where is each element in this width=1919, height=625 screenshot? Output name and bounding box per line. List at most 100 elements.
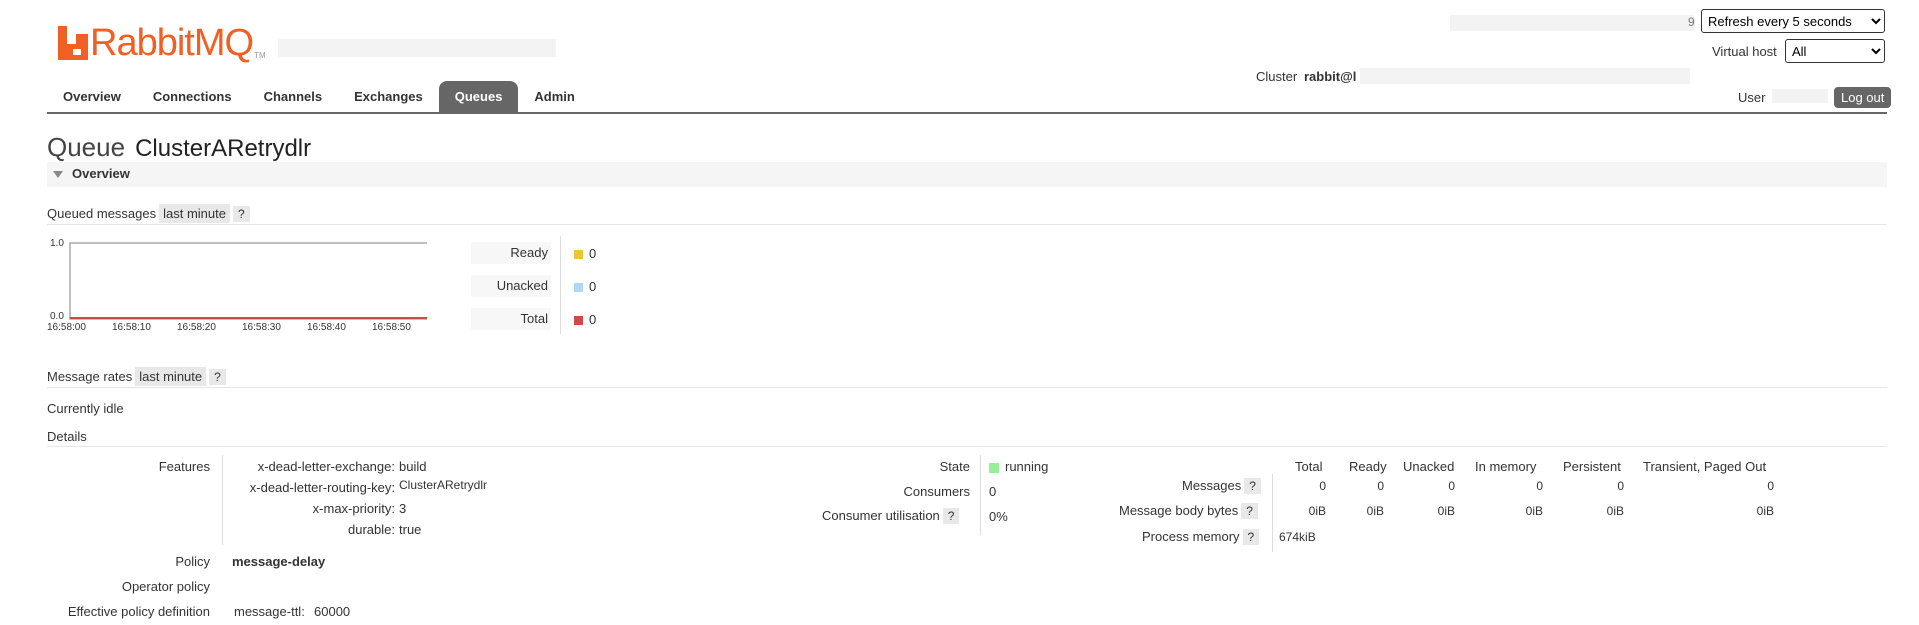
messages-in-memory: 0 bbox=[1536, 479, 1543, 493]
overview-section-toggle[interactable]: Overview bbox=[47, 162, 1887, 187]
feature-value: true bbox=[399, 522, 422, 537]
user-label: User bbox=[1738, 90, 1766, 105]
bytes-transient: 0iB bbox=[1756, 504, 1774, 518]
state-label: State bbox=[939, 459, 970, 474]
feature-value: ClusterARetrydlr bbox=[399, 478, 488, 492]
utilisation-help-button[interactable]: ? bbox=[942, 508, 960, 524]
page-title-prefix: Queue bbox=[47, 132, 126, 162]
features-label: Features bbox=[158, 459, 210, 474]
consumers-label: Consumers bbox=[903, 484, 970, 499]
tab-queues[interactable]: Queues bbox=[438, 81, 519, 113]
page-title: Queue ClusterARetrydlr bbox=[47, 132, 311, 163]
bytes-unacked: 0iB bbox=[1437, 504, 1455, 518]
running-status-indicator bbox=[989, 462, 999, 473]
virtual-host-select[interactable]: All bbox=[1785, 39, 1885, 63]
queued-messages-chart: 1.0 0.0 16:58:00 16:58:10 16:58:20 16:58… bbox=[47, 238, 429, 338]
overview-section-label: Overview bbox=[72, 166, 130, 181]
feature-key: x-max-priority: bbox=[312, 501, 395, 516]
col-header-unacked: Unacked bbox=[1403, 459, 1455, 474]
queue-name: ClusterARetrydlr bbox=[135, 135, 312, 162]
feature-key: x-dead-letter-routing-key: bbox=[249, 480, 395, 495]
refresh-partial-text: 9 bbox=[1688, 15, 1695, 29]
rabbitmq-logo-icon bbox=[58, 26, 88, 60]
body-bytes-help-button[interactable]: ? bbox=[1241, 503, 1258, 519]
body-bytes-row-label: Message body bytes? bbox=[1119, 503, 1258, 519]
message-rates-header: Message rates last minute? bbox=[47, 367, 226, 386]
ready-color-swatch bbox=[574, 250, 583, 260]
feature-key: durable: bbox=[348, 522, 395, 537]
messages-ready: 0 bbox=[1377, 479, 1384, 493]
legend-total-label: Total bbox=[471, 308, 551, 330]
redacted-cluster-name bbox=[1360, 68, 1690, 84]
tab-exchanges[interactable]: Exchanges bbox=[338, 81, 439, 113]
chart-time-tick: 16:58:30 bbox=[242, 322, 281, 333]
legend-ready-value: 0 bbox=[574, 246, 596, 261]
rates-help-button[interactable]: ? bbox=[209, 369, 226, 385]
brand-name: RabbitMQ bbox=[90, 22, 254, 64]
process-memory-help-button[interactable]: ? bbox=[1242, 529, 1260, 545]
effective-policy-key: message-ttl: bbox=[234, 604, 305, 619]
chart-time-tick: 16:58:00 bbox=[47, 322, 86, 333]
redacted-username bbox=[1772, 89, 1828, 103]
rabbitmq-logo[interactable]: RabbitMQ TM bbox=[58, 16, 266, 64]
messages-persistent: 0 bbox=[1617, 479, 1624, 493]
policy-link[interactable]: message-delay bbox=[232, 554, 325, 569]
bytes-in-memory: 0iB bbox=[1525, 504, 1543, 518]
col-header-transient: Transient, Paged Out bbox=[1643, 459, 1767, 474]
col-header-total: Total bbox=[1295, 459, 1323, 474]
tab-connections[interactable]: Connections bbox=[137, 81, 248, 113]
chart-time-tick: 16:58:50 bbox=[372, 322, 411, 333]
tab-channels[interactable]: Channels bbox=[248, 81, 339, 113]
effective-policy-value: 60000 bbox=[314, 604, 351, 619]
message-rates-label: Message rates bbox=[47, 369, 133, 384]
details-label: Details bbox=[47, 429, 87, 444]
effective-policy-label: Effective policy definition bbox=[67, 604, 210, 619]
state-value: running bbox=[989, 459, 1048, 474]
feature-key: x-dead-letter-exchange: bbox=[257, 459, 395, 474]
legend-divider bbox=[560, 236, 561, 334]
chart-ymax-label: 1.0 bbox=[50, 238, 64, 249]
chart-ymin-label: 0.0 bbox=[50, 311, 64, 322]
operator-policy-label: Operator policy bbox=[121, 579, 210, 594]
queued-range-selector[interactable]: last minute bbox=[159, 204, 230, 223]
cluster-label: Cluster bbox=[1256, 69, 1298, 84]
legend-total-value: 0 bbox=[574, 312, 596, 327]
legend-unacked-label: Unacked bbox=[471, 275, 551, 297]
state-divider bbox=[980, 455, 981, 535]
messages-unacked: 0 bbox=[1448, 479, 1455, 493]
messages-row-label: Messages? bbox=[1182, 478, 1261, 494]
messages-help-button[interactable]: ? bbox=[1244, 478, 1261, 494]
chart-time-tick: 16:58:40 bbox=[307, 322, 346, 333]
main-nav: Overview Connections Channels Exchanges … bbox=[47, 81, 591, 113]
feature-value: 3 bbox=[399, 501, 407, 516]
col-header-in-memory: In memory bbox=[1475, 459, 1537, 474]
nav-divider bbox=[47, 112, 1887, 114]
details-divider bbox=[47, 446, 1887, 447]
feature-value: build bbox=[399, 459, 427, 474]
unacked-color-swatch bbox=[574, 283, 583, 293]
legend-ready-label: Ready bbox=[471, 242, 551, 264]
policy-label: Policy bbox=[175, 554, 210, 569]
trademark-mark: TM bbox=[254, 51, 266, 60]
cluster-name: rabbit@l bbox=[1304, 69, 1357, 84]
queued-divider bbox=[47, 224, 1887, 225]
total-color-swatch bbox=[574, 316, 583, 326]
consumer-utilisation-label: Consumer utilisation? bbox=[822, 508, 960, 524]
table-divider bbox=[1272, 474, 1273, 552]
messages-total: 0 bbox=[1319, 479, 1326, 493]
rates-divider bbox=[47, 387, 1887, 388]
collapse-triangle-icon bbox=[53, 171, 63, 178]
logout-button[interactable]: Log out bbox=[1834, 87, 1892, 108]
queued-messages-header: Queued messages last minute? bbox=[47, 204, 250, 223]
col-header-persistent: Persistent bbox=[1563, 459, 1621, 474]
process-memory-value: 674kiB bbox=[1279, 530, 1316, 544]
refresh-select[interactable]: Refresh every 5 seconds bbox=[1701, 9, 1885, 33]
tab-admin[interactable]: Admin bbox=[518, 81, 590, 113]
bytes-persistent: 0iB bbox=[1606, 504, 1624, 518]
messages-transient: 0 bbox=[1767, 479, 1774, 493]
queued-help-button[interactable]: ? bbox=[233, 206, 250, 222]
tab-overview[interactable]: Overview bbox=[47, 81, 137, 113]
process-memory-label: Process memory? bbox=[1142, 529, 1260, 545]
rates-range-selector[interactable]: last minute bbox=[135, 367, 207, 386]
chart-svg bbox=[69, 242, 429, 320]
